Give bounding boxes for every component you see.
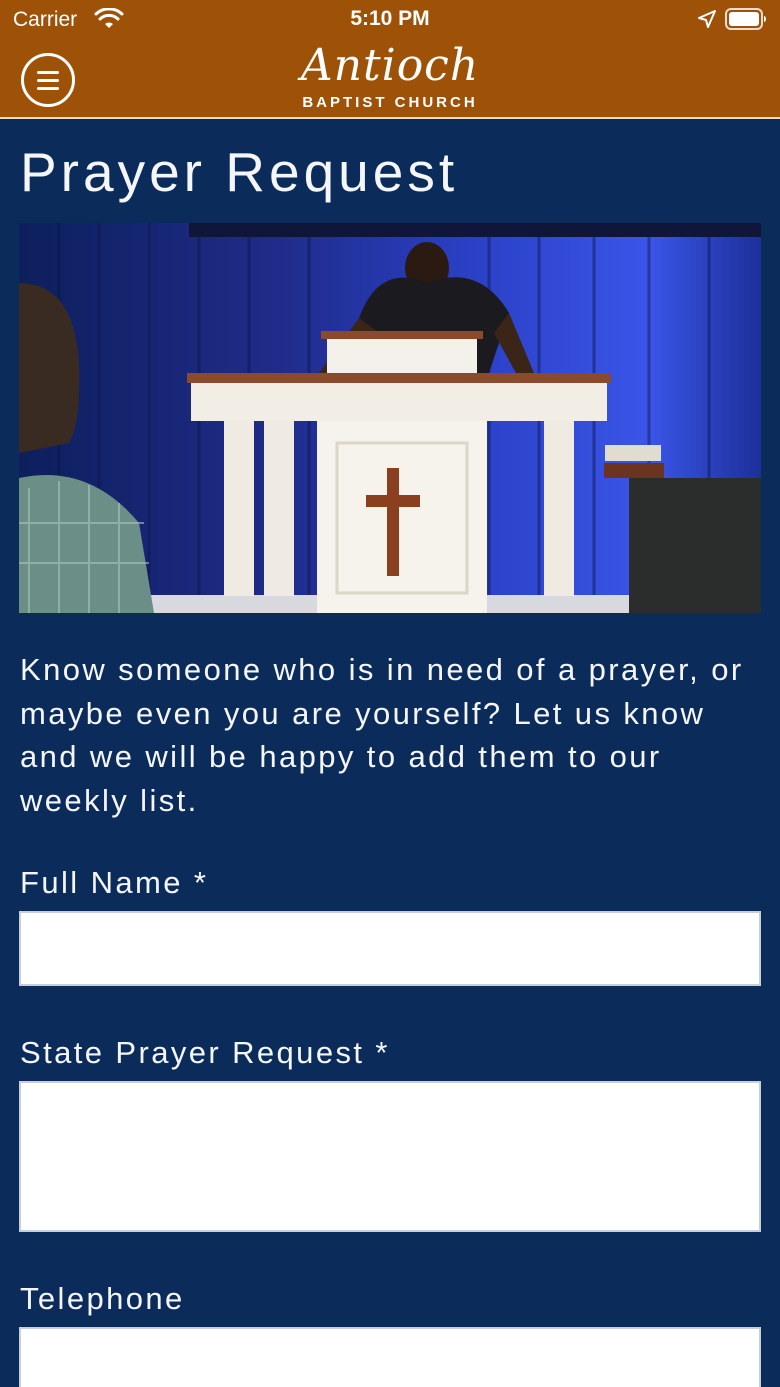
telephone-label: Telephone: [20, 1281, 185, 1316]
hero-image: [19, 223, 761, 613]
full-name-label: Full Name *: [20, 865, 209, 900]
logo-title: Antioch: [300, 40, 480, 91]
battery-icon: [725, 8, 766, 30]
clock: 5:10 PM: [350, 7, 430, 30]
logo-subtitle: BAPTIST CHURCH: [302, 94, 478, 111]
intro-text: Know someone who is in need of a prayer,…: [20, 652, 744, 818]
status-bar: Carrier 5:10 PM: [0, 0, 780, 40]
prayer-request-label: State Prayer Request *: [20, 1035, 390, 1070]
page-title: Prayer Request: [20, 141, 459, 203]
telephone-input[interactable]: [19, 1327, 761, 1387]
full-name-input[interactable]: [19, 911, 761, 986]
location-icon: [698, 10, 716, 28]
app-header: Antioch BAPTIST CHURCH: [0, 40, 780, 119]
prayer-request-textarea[interactable]: [19, 1081, 761, 1232]
